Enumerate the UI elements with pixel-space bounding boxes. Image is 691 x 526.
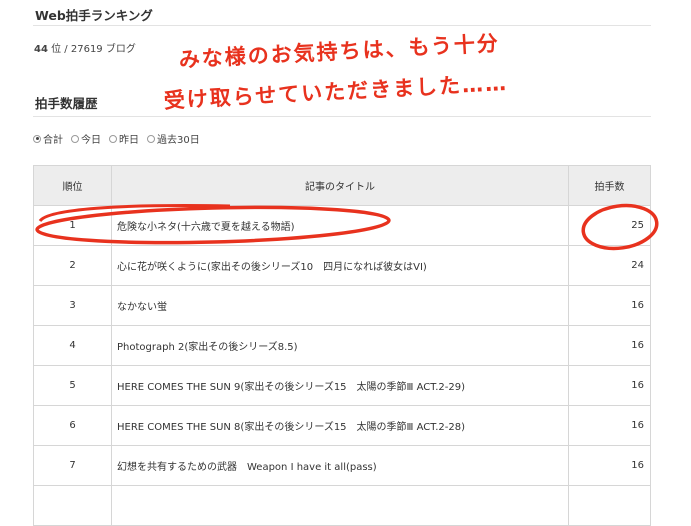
- rank-unit: 位: [51, 44, 62, 55]
- filter-today-radio[interactable]: 今日: [71, 131, 101, 146]
- row-rank: 2: [33, 245, 112, 286]
- table-row: 4 Photograph 2(家出その後シリーズ8.5) 16: [33, 325, 651, 366]
- row-count: 16: [568, 405, 651, 446]
- row-rank: 7: [33, 445, 112, 486]
- row-rank: 5: [33, 365, 112, 406]
- row-rank: 4: [33, 325, 112, 366]
- history-title: 拍手数履歴: [35, 96, 98, 111]
- filter-yesterday-radio[interactable]: 昨日: [109, 131, 139, 146]
- rank-value: 44: [34, 44, 48, 55]
- radio-icon[interactable]: [147, 134, 155, 143]
- row-title-link[interactable]: 危険な小ネタ(十六歳で夏を越える物語): [111, 205, 569, 246]
- filter-label: 合計: [43, 135, 63, 146]
- history-divider: [33, 116, 651, 117]
- row-count-empty: [568, 485, 651, 526]
- filter-total-radio[interactable]: 合計: [33, 131, 63, 146]
- row-rank: 6: [33, 405, 112, 446]
- row-count: 24: [568, 245, 651, 286]
- ranking-summary: 44 位 / 27619 ブログ: [34, 40, 136, 55]
- header-title: 記事のタイトル: [111, 165, 569, 206]
- table-row: 5 HERE COMES THE SUN 9(家出その後シリーズ15 太陽の季節…: [33, 365, 651, 406]
- row-title-link[interactable]: なかない蛍: [111, 285, 569, 326]
- total-blogs: 27619: [70, 44, 103, 55]
- rank-separator: /: [64, 44, 68, 55]
- row-title-link[interactable]: 心に花が咲くように(家出その後シリーズ10 四月になれば彼女はVI): [111, 245, 569, 286]
- row-count: 16: [568, 445, 651, 486]
- row-count: 25: [568, 205, 651, 246]
- total-unit: ブログ: [105, 44, 136, 55]
- filter-label: 過去30日: [157, 135, 200, 146]
- table-row: 6 HERE COMES THE SUN 8(家出その後シリーズ15 太陽の季節…: [33, 405, 651, 446]
- table-row: 3 なかない蛍 16: [33, 285, 651, 326]
- row-rank: 1: [33, 205, 112, 246]
- row-count: 16: [568, 285, 651, 326]
- table-row: 7 幻想を共有するための武器 Weapon I have it all(pass…: [33, 445, 651, 486]
- row-title-link[interactable]: HERE COMES THE SUN 9(家出その後シリーズ15 太陽の季節Ⅲ …: [111, 365, 569, 406]
- row-rank: 3: [33, 285, 112, 326]
- period-filter: 合計 今日 昨日 過去30日: [33, 131, 200, 146]
- title-divider: [33, 25, 651, 26]
- table-header-row: 順位 記事のタイトル 拍手数: [33, 165, 651, 206]
- radio-icon[interactable]: [71, 134, 79, 143]
- row-title-link[interactable]: Photograph 2(家出その後シリーズ8.5): [111, 325, 569, 366]
- filter-30days-radio[interactable]: 過去30日: [147, 131, 200, 146]
- ranking-widget-title: Web拍手ランキング: [35, 8, 153, 23]
- radio-icon[interactable]: [109, 134, 117, 143]
- row-rank-empty: [33, 485, 112, 526]
- filter-label: 今日: [81, 135, 101, 146]
- table-row: 2 心に花が咲くように(家出その後シリーズ10 四月になれば彼女はVI) 24: [33, 245, 651, 286]
- row-count: 16: [568, 365, 651, 406]
- header-rank: 順位: [33, 165, 112, 206]
- ranking-table: 順位 記事のタイトル 拍手数 1 危険な小ネタ(十六歳で夏を越える物語) 2 5 …: [33, 165, 651, 526]
- row-title-link[interactable]: 幻想を共有するための武器 Weapon I have it all(pass): [111, 445, 569, 486]
- table-row-partial: [33, 485, 651, 526]
- row-count: 16: [568, 325, 651, 366]
- radio-selected-icon[interactable]: [33, 134, 41, 143]
- row-title-empty: [111, 485, 569, 526]
- table-row: 1 危険な小ネタ(十六歳で夏を越える物語) 25: [33, 205, 651, 246]
- annotation-line-1: みな様のお気持ちは、もう十分: [178, 31, 501, 72]
- header-count: 拍手数: [568, 165, 651, 206]
- row-title-link[interactable]: HERE COMES THE SUN 8(家出その後シリーズ15 太陽の季節Ⅲ …: [111, 405, 569, 446]
- annotation-line-2: 受け取らせていただきました……: [163, 70, 509, 113]
- filter-label: 昨日: [119, 135, 139, 146]
